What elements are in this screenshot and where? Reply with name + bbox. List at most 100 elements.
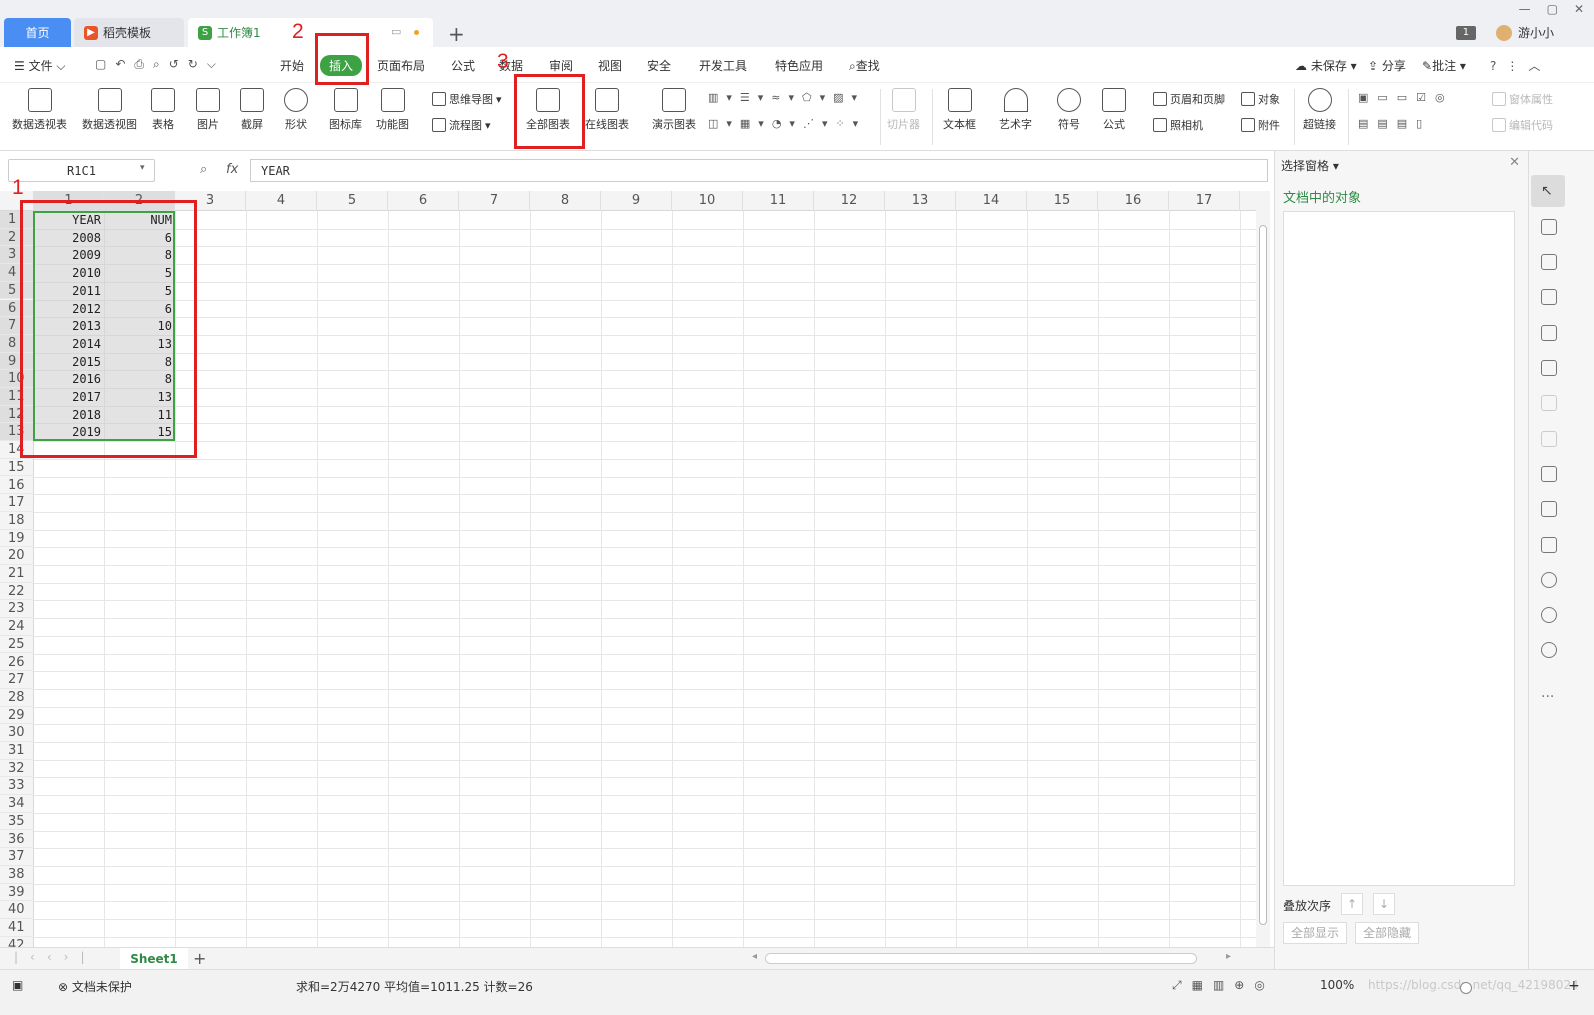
column-header-12[interactable]: 12 [814, 191, 885, 211]
row-header-31[interactable]: 31 [0, 742, 34, 760]
row-header-34[interactable]: 34 [0, 795, 34, 813]
menu-view[interactable]: 视图 [598, 57, 622, 74]
online-chart-button[interactable]: 在线图表 [585, 88, 629, 132]
row-header-41[interactable]: 41 [0, 919, 34, 937]
row-header-20[interactable]: 20 [0, 547, 34, 565]
function-chart-button[interactable]: 功能图 [376, 88, 409, 132]
file-menu[interactable]: ☰ 文件 ⌵ [14, 57, 66, 74]
formula-button[interactable]: 公式 [1102, 88, 1126, 132]
menu-security[interactable]: 安全 [647, 57, 671, 74]
column-header-10[interactable]: 10 [672, 191, 743, 211]
help-more-icons[interactable]: ?⋮︿ [1490, 57, 1550, 74]
row-header-19[interactable]: 19 [0, 530, 34, 548]
export-icon[interactable] [1541, 501, 1557, 517]
horizontal-scrollbar[interactable] [765, 953, 1197, 964]
chart-icon[interactable] [1541, 360, 1557, 376]
formula-input[interactable]: YEAR [250, 159, 1268, 182]
history-icon[interactable] [1541, 607, 1557, 623]
row-header-37[interactable]: 37 [0, 848, 34, 866]
shape-button[interactable]: 形状 [284, 88, 308, 132]
zoom-in-icon[interactable]: + [1568, 978, 1580, 994]
menu-page-layout[interactable]: 页面布局 [377, 57, 425, 74]
column-header-16[interactable]: 16 [1098, 191, 1169, 211]
hide-all-button[interactable]: 全部隐藏 [1355, 922, 1419, 944]
close-button[interactable]: ✕ [1574, 2, 1584, 16]
menu-search[interactable]: ⌕查找 [849, 57, 880, 74]
row-header-32[interactable]: 32 [0, 760, 34, 778]
tab-docer-templates[interactable]: ▶ 稻壳模板 [74, 18, 184, 47]
scroll-right-icon[interactable]: ▸ [1226, 951, 1231, 962]
avatar[interactable] [1495, 24, 1512, 41]
column-header-5[interactable]: 5 [317, 191, 388, 211]
row-header-42[interactable]: 42 [0, 937, 34, 947]
row-header-40[interactable]: 40 [0, 901, 34, 919]
column-header-14[interactable]: 14 [956, 191, 1027, 211]
column-header-11[interactable]: 11 [743, 191, 814, 211]
hyperlink-button[interactable]: 超链接 [1303, 88, 1336, 132]
layout-icon[interactable]: ▣ [12, 978, 23, 992]
row-header-17[interactable]: 17 [0, 494, 34, 512]
object-list[interactable] [1283, 211, 1515, 886]
flowchart-button[interactable]: 流程图 ▾ [432, 117, 491, 133]
unsaved-button[interactable]: ☁ 未保存 ▾ [1295, 57, 1357, 74]
pivot-table-button[interactable]: 数据透视表 [12, 88, 67, 132]
name-box[interactable]: R1C1 [8, 159, 155, 182]
row-header-29[interactable]: 29 [0, 707, 34, 725]
move-up-icon[interactable]: ↑ [1341, 893, 1363, 915]
help-icon[interactable] [1541, 642, 1557, 658]
tab-home[interactable]: 首页 [4, 18, 71, 47]
vertical-scroll-thumb[interactable] [1259, 225, 1267, 925]
row-header-16[interactable]: 16 [0, 477, 34, 495]
image-icon[interactable] [1541, 537, 1557, 553]
move-down-icon[interactable]: ↓ [1373, 893, 1395, 915]
fx-icon[interactable]: fx [226, 162, 238, 177]
backup-icon[interactable] [1541, 572, 1557, 588]
menu-home[interactable]: 开始 [280, 57, 304, 74]
object-button[interactable]: 对象 [1241, 91, 1280, 107]
row-header-39[interactable]: 39 [0, 884, 34, 902]
row-header-22[interactable]: 22 [0, 583, 34, 601]
minimize-button[interactable]: — [1519, 2, 1531, 16]
zoom-slider-handle[interactable] [1460, 982, 1472, 994]
menu-review[interactable]: 审阅 [549, 57, 573, 74]
attachment-button[interactable]: 附件 [1241, 117, 1280, 133]
symbol-button[interactable]: 符号 [1057, 88, 1081, 132]
row-header-30[interactable]: 30 [0, 724, 34, 742]
chart-type-icons-bottom[interactable]: ◫▾▦▾◔▾⋰▾⁘▾ [708, 117, 866, 130]
icon-library-button[interactable]: 图标库 [329, 88, 362, 132]
row-header-23[interactable]: 23 [0, 600, 34, 619]
grid-icon[interactable] [1541, 325, 1557, 341]
column-header-7[interactable]: 7 [459, 191, 530, 211]
cursor-icon[interactable]: ↖ [1541, 183, 1557, 199]
protect-status[interactable]: ⊗ 文档未保护 [58, 978, 132, 995]
chart-type-icons-top[interactable]: ▥▾☰▾≈▾⬠▾▨▾ [708, 91, 865, 104]
form-controls-bottom[interactable]: ▤▤▤▯ [1358, 117, 1431, 130]
row-header-18[interactable]: 18 [0, 512, 34, 530]
user-area[interactable]: 1 游小小 [1455, 24, 1554, 41]
camera-button[interactable]: 照相机 [1153, 117, 1203, 133]
style-icon[interactable] [1541, 254, 1557, 270]
add-tab-button[interactable]: + [448, 22, 465, 46]
row-header-35[interactable]: 35 [0, 813, 34, 831]
row-header-26[interactable]: 26 [0, 654, 34, 672]
menu-special[interactable]: 特色应用 [775, 57, 823, 74]
column-header-9[interactable]: 9 [601, 191, 672, 211]
settings-icon[interactable] [1541, 395, 1557, 411]
pane-close-icon[interactable]: ✕ [1509, 155, 1520, 170]
form-properties-button[interactable]: 窗体属性 [1492, 91, 1553, 107]
column-header-15[interactable]: 15 [1027, 191, 1098, 211]
pane-title[interactable]: 选择窗格 ▾ [1281, 157, 1339, 174]
monitor-icon[interactable]: ▭ [391, 25, 401, 38]
zoom-icon[interactable]: ⌕ [200, 162, 207, 177]
row-header-36[interactable]: 36 [0, 831, 34, 849]
gallery-icon[interactable] [1541, 466, 1557, 482]
edit-code-button[interactable]: 编辑代码 [1492, 117, 1553, 133]
refresh-icon[interactable] [1541, 431, 1557, 447]
textbox-button[interactable]: 文本框 [943, 88, 976, 132]
table-style-icon[interactable] [1541, 289, 1557, 305]
comment-button[interactable]: ✎批注 ▾ [1422, 57, 1466, 74]
sheet-tab-sheet1[interactable]: Sheet1 [120, 948, 188, 970]
user-name[interactable]: 游小小 [1518, 24, 1554, 41]
row-header-27[interactable]: 27 [0, 671, 34, 689]
menu-developer[interactable]: 开发工具 [699, 57, 747, 74]
